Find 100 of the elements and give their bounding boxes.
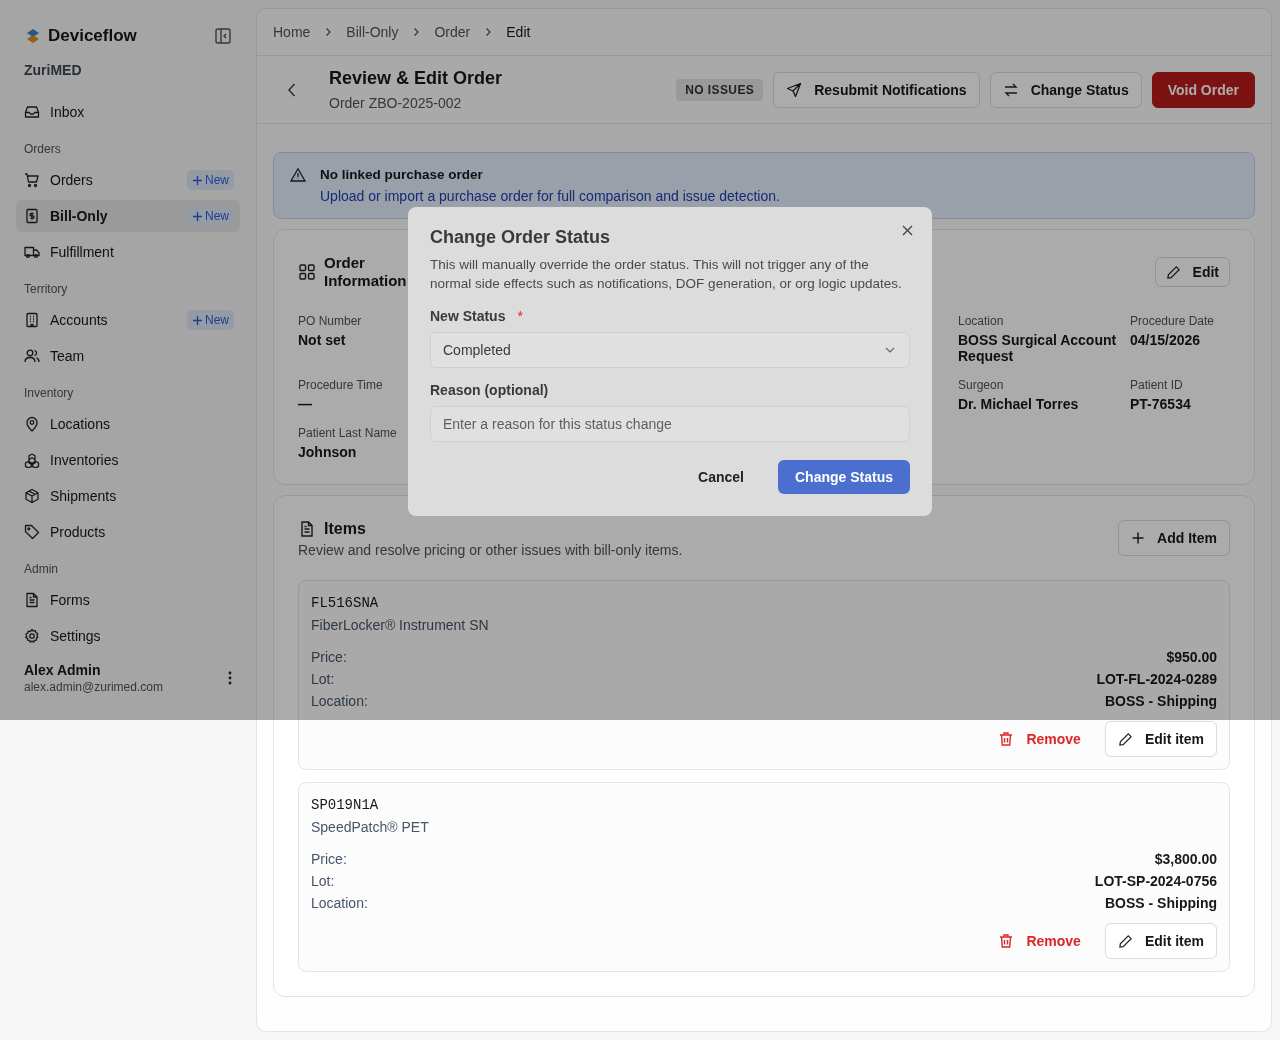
field-label: Procedure Time: [298, 378, 383, 392]
field-label: PO Number: [298, 314, 362, 328]
sidebar-item[interactable]: Products: [16, 516, 240, 548]
close-icon[interactable]: [902, 225, 913, 236]
user-email: alex.admin@zurimed.com: [24, 680, 164, 694]
user-name: Alex Admin: [24, 662, 102, 678]
grid-icon: [298, 263, 316, 281]
sidebar-item[interactable]: Settings: [16, 620, 240, 652]
detail-label: Price:: [311, 649, 347, 665]
cart-icon: [24, 172, 40, 188]
send-icon: [786, 81, 803, 98]
page-title: Review & Edit Order: [329, 68, 504, 89]
sidebar-item[interactable]: Locations: [16, 408, 240, 440]
plus-icon: [192, 314, 203, 326]
sidebar-item[interactable]: Orders New: [16, 164, 240, 196]
required-mark: *: [517, 307, 523, 324]
field-label: Patient ID: [1130, 378, 1183, 392]
chevron-right-icon: [324, 27, 333, 37]
status-select[interactable]: Completed: [430, 331, 910, 368]
detail-label: Lot:: [311, 671, 335, 687]
trash-icon: [998, 731, 1015, 747]
reason-input[interactable]: Enter a reason for this status change: [430, 405, 910, 442]
new-button[interactable]: New: [187, 170, 234, 190]
sidebar-item[interactable]: Forms: [16, 584, 240, 616]
sidebar-item[interactable]: Fulfillment: [16, 236, 240, 268]
receipt-icon: [24, 208, 40, 224]
sidebar-item[interactable]: Accounts New: [16, 304, 240, 336]
field-value: Johnson: [298, 444, 357, 460]
document-icon: [298, 520, 316, 538]
detail-label: Location:: [311, 895, 368, 911]
sidebar-item[interactable]: Team: [16, 340, 240, 372]
change-status-button[interactable]: Change Status: [989, 71, 1142, 108]
detail-value: LOT-FL-2024-0289: [1096, 671, 1217, 687]
pencil-icon: [1117, 731, 1133, 747]
detail-value: BOSS - Shipping: [1105, 693, 1217, 709]
sidebar-item[interactable]: Inventories: [16, 444, 240, 476]
new-button[interactable]: New: [187, 310, 234, 330]
detail-value: LOT-SP-2024-0756: [1094, 873, 1217, 889]
status-badge: NO ISSUES: [676, 78, 764, 101]
order-number: Order ZBO-2025-002: [329, 95, 463, 111]
swap-arrows-icon: [1002, 81, 1019, 98]
confirm-button[interactable]: Change Status: [778, 459, 910, 494]
tag-icon: [24, 524, 40, 540]
trash-icon: [998, 933, 1015, 949]
new-button[interactable]: New: [187, 206, 234, 226]
settings-icon: [24, 628, 40, 644]
breadcrumb-link[interactable]: Home: [273, 24, 311, 40]
nav-section-heading: Inventory: [23, 385, 75, 402]
building-icon: [24, 312, 40, 328]
more-options-icon[interactable]: [228, 671, 232, 685]
breadcrumb-link[interactable]: Bill-Only: [346, 24, 399, 40]
remove-button[interactable]: Remove: [992, 721, 1087, 757]
item-sku: SP019N1A: [311, 797, 380, 813]
alert-message: Upload or import a purchase order for full comparison and issue detection.: [320, 188, 780, 204]
remove-button[interactable]: Remove: [992, 923, 1087, 959]
field-label: Patient Last Name: [298, 426, 397, 440]
plus-icon: [192, 210, 203, 222]
map-pin-icon: [24, 416, 40, 432]
boxes-icon: [24, 452, 40, 468]
edit-item-button[interactable]: Edit item: [1104, 923, 1217, 959]
users-icon: [24, 348, 40, 364]
card-subtitle: Review and resolve pricing or other issues with bill-only items.: [298, 542, 684, 558]
item-sku: FL516SNA: [311, 595, 380, 611]
back-icon[interactable]: [287, 81, 297, 98]
field-label: Surgeon: [958, 378, 1004, 392]
field-label: Reason (optional): [430, 381, 549, 398]
sidebar-item[interactable]: Shipments: [16, 480, 240, 512]
dialog-title: Change Order Status: [430, 227, 611, 248]
nav-section-heading: Orders: [23, 141, 62, 158]
edit-item-button[interactable]: Edit item: [1104, 721, 1217, 757]
field-value: —: [298, 396, 312, 412]
detail-value: $950.00: [1166, 649, 1217, 665]
detail-label: Location:: [311, 693, 368, 709]
add-item-button[interactable]: Add Item: [1118, 520, 1230, 556]
inbox-icon: [24, 104, 40, 120]
package-icon: [24, 488, 40, 504]
field-value: 04/15/2026: [1130, 332, 1201, 348]
document-icon: [24, 592, 40, 608]
field-value: Dr. Michael Torres: [958, 396, 1079, 412]
field-label: Procedure Date: [1130, 314, 1215, 328]
truck-icon: [24, 244, 40, 260]
field-label: New Status: [430, 307, 506, 324]
pencil-icon: [1117, 933, 1133, 949]
chevron-down-icon: [885, 346, 895, 353]
card-title: Order Information: [324, 254, 408, 290]
edit-button[interactable]: Edit: [1154, 257, 1230, 287]
pencil-icon: [1165, 264, 1181, 280]
dialog-description: This will manually override the order status. This will not trigger any of the normal side effects such as notifications, DOF generation, or org logic updates.: [430, 256, 903, 293]
resubmit-button[interactable]: Resubmit Notifications: [773, 71, 980, 108]
void-order-button[interactable]: Void Order: [1151, 71, 1255, 108]
alert-title: No linked purchase order: [320, 167, 484, 182]
cancel-button[interactable]: Cancel: [684, 459, 758, 494]
plus-icon: [192, 174, 203, 186]
sidebar-toggle-icon[interactable]: [214, 27, 232, 45]
field-label: Location: [958, 314, 1004, 328]
detail-label: Lot:: [311, 873, 335, 889]
breadcrumb-link[interactable]: Order: [434, 24, 471, 40]
nav-section-heading: Admin: [23, 561, 59, 578]
sidebar-item[interactable]: Inbox: [16, 96, 240, 128]
sidebar-item[interactable]: Bill-Only New: [16, 200, 240, 232]
